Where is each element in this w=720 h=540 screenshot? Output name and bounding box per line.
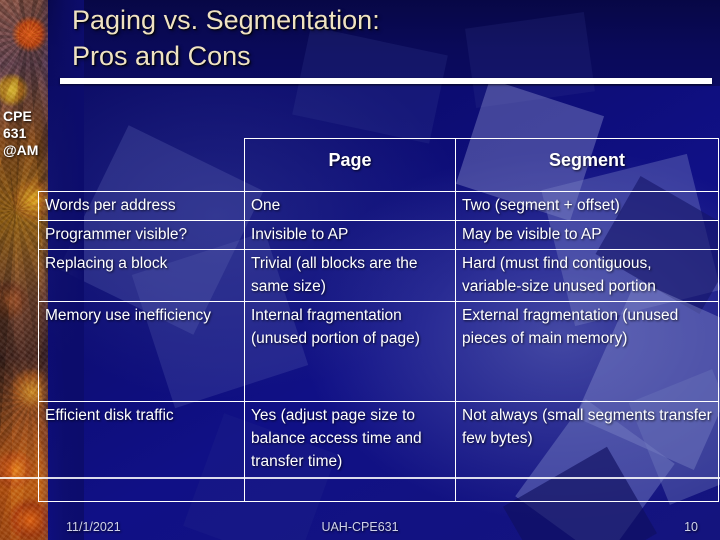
table-row: Efficient disk traffic Yes (adjust page … bbox=[38, 401, 719, 502]
comparison-table: Page Segment Words per address One Two (… bbox=[38, 138, 719, 502]
cell-page: Yes (adjust page size to balance access … bbox=[244, 401, 456, 502]
footer-course: UAH-CPE631 bbox=[321, 520, 399, 534]
cell-page: Invisible to AP bbox=[244, 220, 456, 250]
cell-attribute: Memory use inefficiency bbox=[38, 301, 245, 402]
slide-title: Paging vs. Segmentation: Pros and Cons bbox=[72, 2, 672, 74]
cell-attribute: Replacing a block bbox=[38, 249, 245, 302]
footer-page-number: 10 bbox=[684, 520, 698, 534]
table-row: Replacing a block Trivial (all blocks ar… bbox=[38, 249, 719, 302]
table-header-corner bbox=[39, 139, 245, 192]
cell-segment: Two (segment + offset) bbox=[455, 191, 719, 221]
cell-page: Trivial (all blocks are the same size) bbox=[244, 249, 456, 302]
cell-page: One bbox=[244, 191, 456, 221]
slide-title-line-1: Paging vs. Segmentation: bbox=[72, 5, 380, 35]
cell-page: Internal fragmentation (unused portion o… bbox=[244, 301, 456, 402]
table-header-row: Page Segment bbox=[39, 138, 719, 192]
cell-attribute: Efficient disk traffic bbox=[38, 401, 245, 502]
table-header-page: Page bbox=[244, 138, 456, 192]
cell-segment: May be visible to AP bbox=[455, 220, 719, 250]
cell-segment: Hard (must find contiguous, variable-siz… bbox=[455, 249, 719, 302]
table-row: Memory use inefficiency Internal fragmen… bbox=[38, 301, 719, 402]
slide-title-line-2: Pros and Cons bbox=[72, 41, 251, 71]
table-header-segment: Segment bbox=[455, 138, 719, 192]
cell-attribute: Programmer visible? bbox=[38, 220, 245, 250]
footer-divider bbox=[0, 477, 720, 479]
title-underline-rule bbox=[60, 78, 712, 84]
cell-attribute: Words per address bbox=[38, 191, 245, 221]
table-row: Words per address One Two (segment + off… bbox=[38, 191, 719, 221]
cell-segment: External fragmentation (unused pieces of… bbox=[455, 301, 719, 402]
cell-segment: Not always (small segments transfer few … bbox=[455, 401, 719, 502]
slide-canvas: Paging vs. Segmentation: Pros and Cons C… bbox=[0, 0, 720, 540]
table-row: Programmer visible? Invisible to AP May … bbox=[38, 220, 719, 250]
